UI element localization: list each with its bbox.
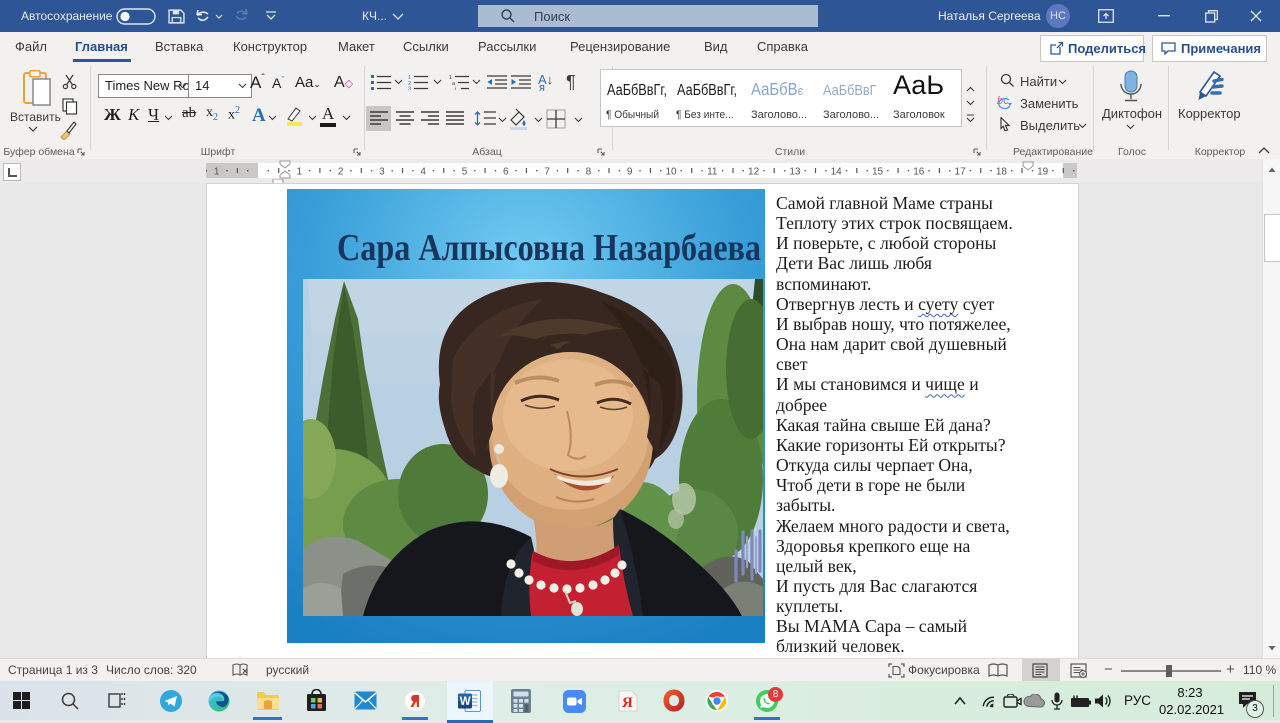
svg-text:14: 14: [831, 167, 843, 178]
svg-text:9: 9: [627, 167, 633, 178]
svg-text:1: 1: [214, 167, 220, 178]
svg-text:3: 3: [408, 87, 411, 91]
svg-text:7: 7: [544, 167, 550, 178]
svg-text:Я: Я: [622, 695, 633, 711]
svg-text:15: 15: [872, 167, 884, 178]
svg-text:1: 1: [297, 167, 303, 178]
svg-text:16: 16: [913, 167, 925, 178]
svg-text:Сара Алпысовна Назарбаева: Сара Алпысовна Назарбаева: [337, 227, 761, 269]
svg-text:12: 12: [748, 167, 760, 178]
svg-text:13: 13: [789, 167, 801, 178]
svg-text:11: 11: [707, 167, 718, 178]
svg-text:10: 10: [665, 167, 677, 178]
svg-text:18: 18: [996, 167, 1008, 178]
svg-text:4: 4: [420, 167, 426, 178]
svg-text:19: 19: [1037, 167, 1049, 178]
svg-text:8: 8: [586, 167, 592, 178]
svg-text:W: W: [460, 696, 471, 708]
svg-text:6: 6: [503, 167, 509, 178]
svg-text:3: 3: [379, 167, 385, 178]
svg-text:17: 17: [955, 167, 967, 178]
svg-text:5: 5: [462, 167, 468, 178]
svg-text:i: i: [455, 87, 456, 91]
svg-text:2: 2: [338, 167, 344, 178]
